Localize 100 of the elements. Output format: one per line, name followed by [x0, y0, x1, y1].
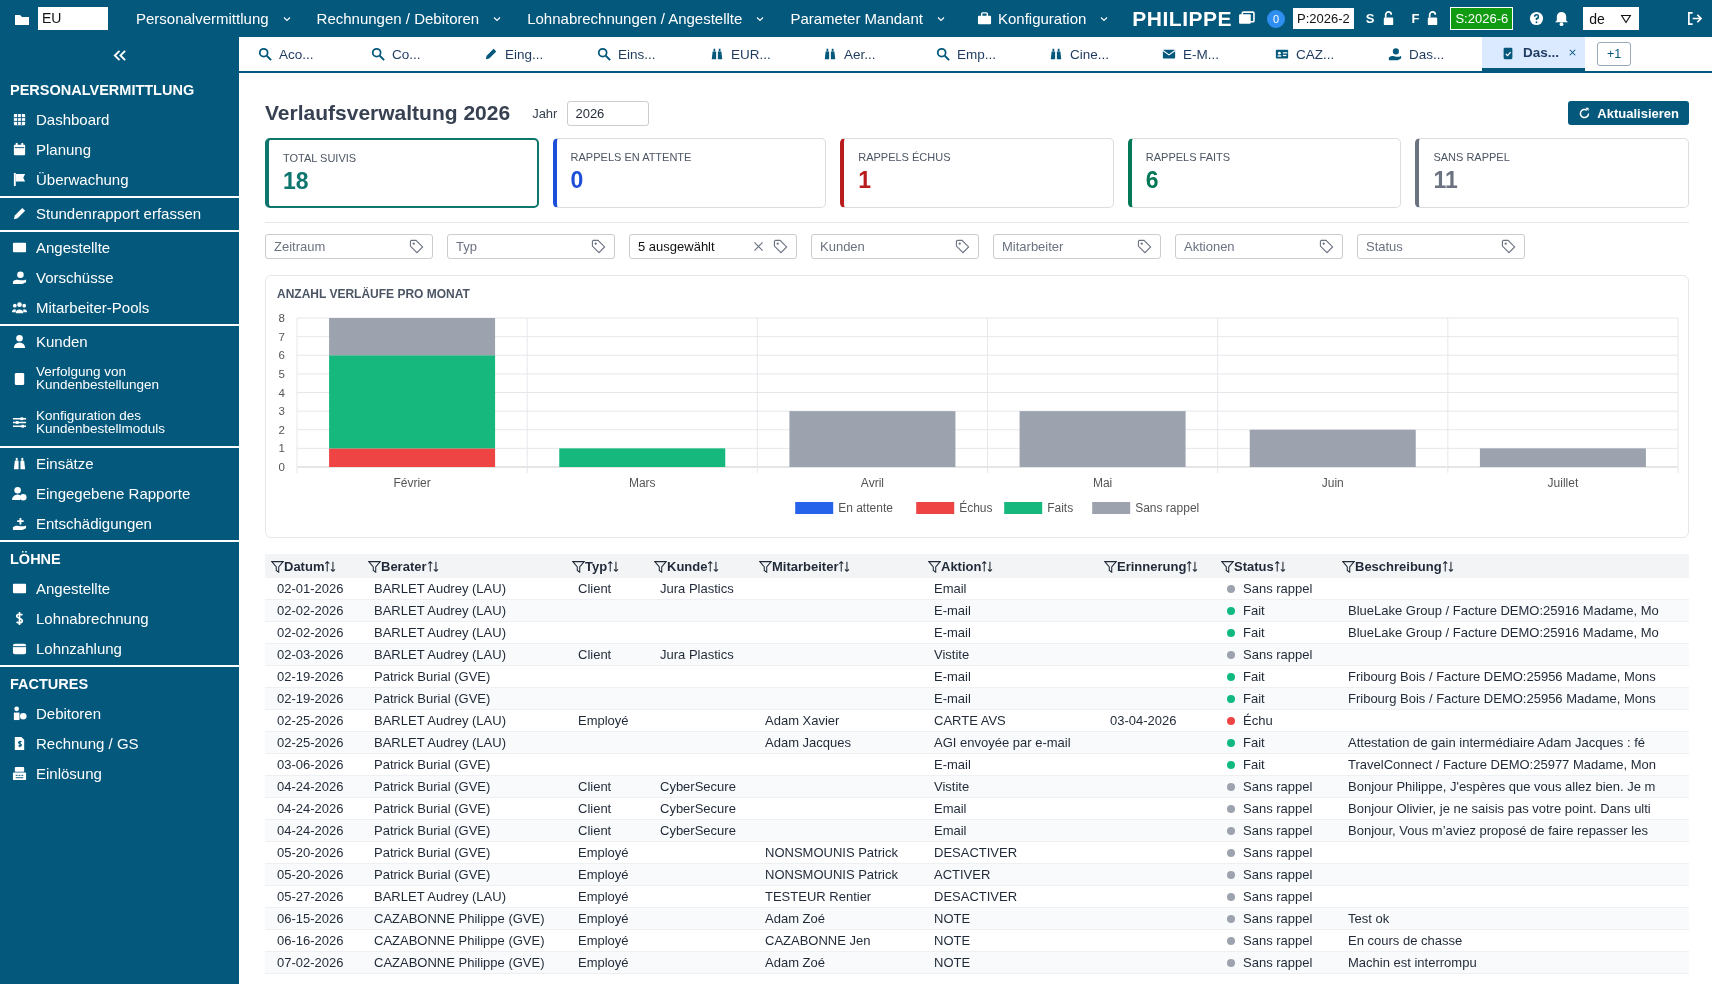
table-cell: 02-25-2026 [277, 713, 344, 728]
sidebar-item[interactable]: Vorschüsse [36, 269, 114, 285]
tab[interactable]: Das... [1369, 37, 1482, 71]
nav-menu[interactable]: Lohnabrechnungen / Angestellte [515, 10, 779, 27]
tab[interactable]: Das... [1482, 37, 1585, 71]
filter-icon[interactable] [928, 559, 941, 573]
stat-card[interactable]: RAPPELS ÉCHUS 1 [840, 138, 1114, 208]
column-header[interactable]: Berater [381, 558, 427, 574]
pencil-icon [484, 47, 498, 61]
tab[interactable]: Aco... [239, 37, 352, 71]
filter-icon[interactable] [759, 559, 772, 573]
help-icon[interactable] [1529, 11, 1545, 26]
language-select[interactable]: de [1583, 7, 1640, 30]
sort-icon[interactable] [1441, 559, 1455, 573]
column-header[interactable]: Aktion [941, 558, 982, 574]
sort-icon[interactable] [426, 559, 440, 573]
sidebar-item[interactable]: Lohnabrechnung [36, 610, 149, 626]
nav-menu[interactable]: Personalvermittlung [124, 10, 305, 27]
period-field[interactable]: P:2026-2 [1293, 8, 1354, 29]
tab[interactable]: Eins... [578, 37, 691, 71]
clear-icon[interactable] [752, 240, 765, 253]
table-cell: E-mail [934, 669, 971, 684]
table-cell: Machin est interrompu [1348, 955, 1477, 970]
nav-menu[interactable]: Parameter Mandant [778, 10, 959, 27]
more-tabs-button[interactable]: +1 [1597, 42, 1632, 66]
filter-icon[interactable] [572, 559, 585, 573]
page-title: Verlaufsverwaltung 2026 [265, 101, 511, 125]
sort-icon[interactable] [1273, 559, 1287, 573]
table-cell: Sans rappel [1243, 867, 1313, 882]
filter-field[interactable]: Kunden [811, 234, 979, 259]
bell-icon[interactable] [1554, 11, 1570, 26]
sidebar-item[interactable]: Verfolgung von Kundenbestellungen [36, 364, 229, 392]
sidebar-item[interactable]: Angestellte [36, 239, 111, 255]
chart-title: ANZAHL VERLÄUFE PRO MONAT [277, 287, 470, 301]
sidebar-item[interactable]: Mitarbeiter-Pools [36, 299, 150, 315]
filter-icon[interactable] [271, 559, 284, 573]
table-cell: Adam Jacques [765, 735, 851, 750]
table-cell: CAZABONNE Philippe (GVE) [374, 911, 545, 926]
sort-icon[interactable] [1186, 559, 1200, 573]
tab[interactable]: Co... [352, 37, 465, 71]
tab[interactable]: E-M... [1143, 37, 1256, 71]
sort-icon[interactable] [324, 559, 338, 573]
sidebar-item[interactable]: Planung [36, 141, 92, 157]
tab[interactable]: Cine... [1030, 37, 1143, 71]
sort-icon[interactable] [707, 559, 721, 573]
filter-field[interactable]: Zeitraum [265, 234, 433, 259]
stat-card[interactable]: RAPPELS FAITS 6 [1127, 138, 1402, 208]
filter-icon[interactable] [1342, 559, 1355, 573]
sidebar-item[interactable]: Einsätze [36, 455, 94, 471]
table-cell: Sans rappel [1243, 933, 1313, 948]
tab[interactable]: CAZ... [1256, 37, 1369, 71]
table-cell: BARLET Audrey (LAU) [374, 889, 506, 904]
stat-label: RAPPELS FAITS [1145, 151, 1232, 163]
sort-icon[interactable] [838, 559, 852, 573]
stat-card[interactable]: SANS RAPPEL 11 [1415, 138, 1689, 208]
year-field[interactable]: 2026 [567, 100, 650, 126]
sidebar-item[interactable]: Rechnung / GS [36, 735, 139, 751]
logout-icon[interactable] [1687, 11, 1702, 26]
filter-field[interactable]: 5 ausgewählt [629, 234, 797, 259]
sidebar-item[interactable]: Dashboard [36, 111, 110, 127]
sort-icon[interactable] [607, 559, 621, 573]
filter-field[interactable]: Status [1357, 234, 1525, 259]
sidebar-item[interactable]: Eingegebene Rapporte [36, 485, 191, 501]
table-cell: Patrick Burial (GVE) [374, 669, 491, 684]
filter-icon[interactable] [1104, 559, 1117, 573]
sidebar-item[interactable]: Angestellte [36, 580, 111, 596]
sidebar-item[interactable]: Entschädigungen [36, 515, 152, 531]
table-cell: CyberSecure [660, 801, 736, 816]
column-header[interactable]: Typ [585, 558, 608, 574]
table-cell: Fait [1243, 669, 1265, 684]
sidebar-item[interactable]: Lohnzahlung [36, 640, 122, 656]
tab[interactable]: Aer... [804, 37, 917, 71]
tenant-field[interactable]: EU [38, 7, 108, 30]
filter-field[interactable]: Mitarbeiter [993, 234, 1161, 259]
sidebar-item[interactable]: Kunden [36, 333, 88, 349]
cards-icon[interactable] [1238, 10, 1256, 27]
stat-card[interactable]: TOTAL SUIVIS 18 [265, 138, 539, 208]
table-cell: Sans rappel [1243, 779, 1313, 794]
filter-icon[interactable] [368, 559, 381, 573]
collapse-icon[interactable] [112, 47, 127, 63]
sidebar-item[interactable]: Einlösung [36, 765, 102, 781]
refresh-button[interactable]: Aktualisieren [1568, 101, 1689, 125]
column-header[interactable]: Beschreibung [1355, 558, 1442, 574]
filter-icon[interactable] [1221, 559, 1234, 573]
nav-menu[interactable]: Konfiguration [958, 10, 1123, 27]
tab[interactable]: Emp... [917, 37, 1030, 71]
sidebar-item[interactable]: Debitoren [36, 705, 102, 721]
tab[interactable]: Eing... [465, 37, 578, 71]
sidebar-item[interactable]: Stundenrapport erfassen [36, 205, 202, 221]
sidebar-item[interactable]: Überwachung [36, 171, 129, 187]
stat-card[interactable]: RAPPELS EN ATTENTE 0 [552, 138, 827, 208]
filter-icon[interactable] [654, 559, 667, 573]
nav-menu[interactable]: Rechnungen / Debitoren [304, 10, 516, 27]
sidebar-item[interactable]: Konfiguration des Kundenbestellmoduls [36, 408, 229, 436]
table-cell: CAZABONNE Philippe (GVE) [374, 955, 545, 970]
sort-icon[interactable] [981, 559, 995, 573]
period-field[interactable]: S:2026-6 [1450, 7, 1514, 30]
tab[interactable]: EUR... [691, 37, 804, 71]
filter-field[interactable]: Typ [447, 234, 615, 259]
filter-field[interactable]: Aktionen [1175, 234, 1343, 259]
